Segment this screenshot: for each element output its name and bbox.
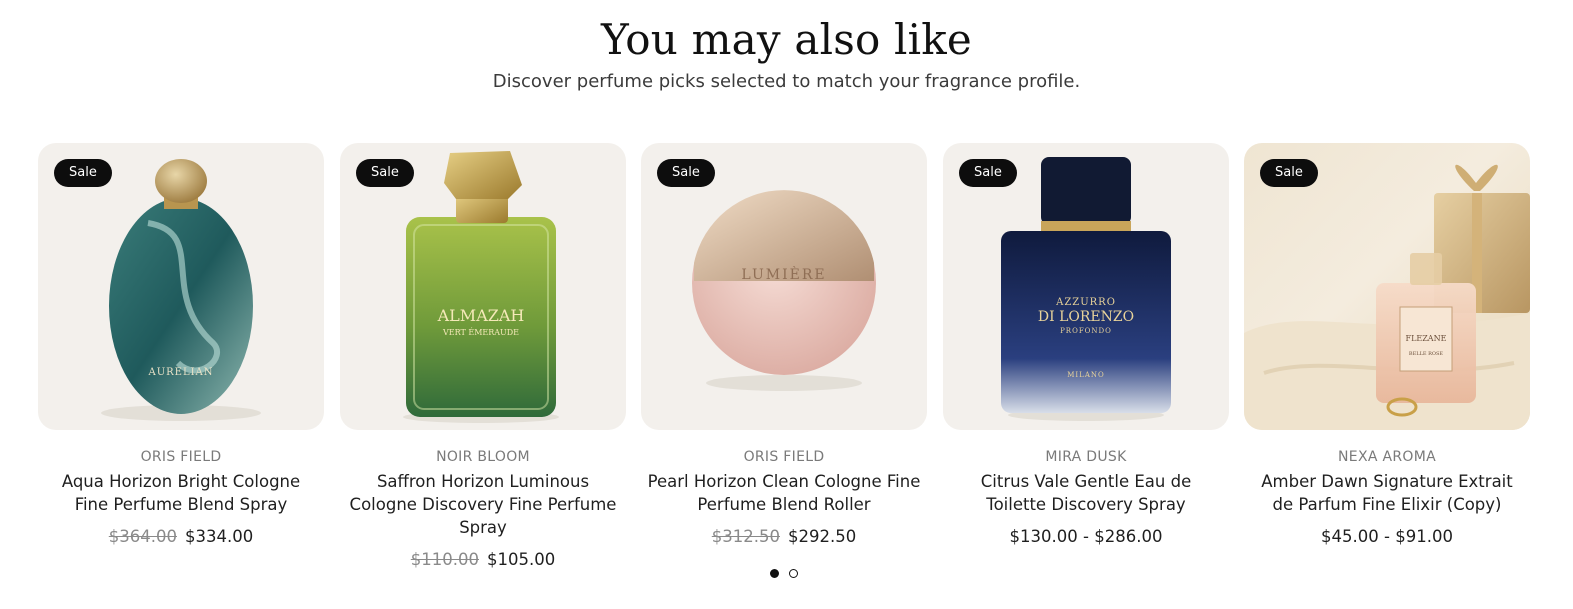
sale-badge: Sale	[959, 159, 1017, 187]
sale-badge: Sale	[1260, 159, 1318, 187]
product-image[interactable]: ALMAZAH VERT ÉMERAUDE Sale	[340, 143, 626, 430]
svg-text:AURELIAN: AURELIAN	[147, 367, 213, 378]
product-vendor: NOIR BLOOM	[436, 449, 530, 465]
product-vendor: ORIS FIELD	[140, 449, 222, 465]
pagination-dot-1[interactable]	[770, 569, 779, 578]
sale-badge: Sale	[657, 159, 715, 187]
sale-price: $292.50	[788, 527, 857, 546]
product-card[interactable]: AZZURRO DI LORENZO PROFONDO MILANO Sale …	[943, 143, 1229, 548]
product-title[interactable]: Amber Dawn Signature Extrait de Parfum F…	[1244, 470, 1530, 516]
product-price: $364.00 $334.00	[38, 526, 324, 548]
sale-badge: Sale	[356, 159, 414, 187]
svg-text:VERT ÉMERAUDE: VERT ÉMERAUDE	[442, 328, 519, 337]
product-image[interactable]: AZZURRO DI LORENZO PROFONDO MILANO Sale	[943, 143, 1229, 430]
product-image[interactable]: FLEZANE BELLE ROSE Sale	[1244, 143, 1530, 430]
product-price: $312.50 $292.50	[641, 526, 927, 548]
sale-badge: Sale	[54, 159, 112, 187]
svg-text:AZZURRO: AZZURRO	[1055, 297, 1116, 308]
product-title[interactable]: Citrus Vale Gentle Eau de Toilette Disco…	[943, 470, 1229, 516]
recommendations-subheading: Discover perfume picks selected to match…	[492, 71, 1081, 92]
svg-text:BELLE ROSE: BELLE ROSE	[1409, 351, 1443, 357]
product-vendor: MIRA DUSK	[1045, 449, 1127, 465]
product-card[interactable]: LUMIÈRE Sale ORIS FIELD Pearl Horizon Cl…	[641, 143, 927, 548]
product-price: $130.00 - $286.00	[943, 526, 1229, 548]
sale-price: $130.00 - $286.00	[1009, 527, 1163, 546]
pagination-dot-2[interactable]	[789, 569, 798, 578]
carousel-pagination	[770, 569, 798, 578]
svg-text:DI LORENZO: DI LORENZO	[1038, 309, 1134, 325]
product-vendor: NEXA AROMA	[1338, 449, 1436, 465]
product-image[interactable]: LUMIÈRE Sale	[641, 143, 927, 430]
compare-price: $364.00	[108, 527, 177, 546]
svg-text:LUMIÈRE: LUMIÈRE	[741, 265, 826, 283]
compare-price: $110.00	[410, 550, 479, 569]
product-card[interactable]: ALMAZAH VERT ÉMERAUDE Sale NOIR BLOOM Sa…	[340, 143, 626, 571]
sale-price: $105.00	[487, 550, 556, 569]
recommendations-heading: You may also like	[601, 15, 972, 64]
product-card[interactable]: AURELIAN Sale ORIS FIELD Aqua Horizon Br…	[38, 143, 324, 548]
sale-price: $45.00 - $91.00	[1321, 527, 1453, 546]
sale-price: $334.00	[185, 527, 254, 546]
svg-text:FLEZANE: FLEZANE	[1406, 334, 1447, 343]
product-card[interactable]: FLEZANE BELLE ROSE Sale NEXA AROMA Amber…	[1244, 143, 1530, 548]
product-title[interactable]: Pearl Horizon Clean Cologne Fine Perfume…	[641, 470, 927, 516]
svg-text:PROFONDO: PROFONDO	[1060, 327, 1112, 335]
product-title[interactable]: Aqua Horizon Bright Cologne Fine Perfume…	[38, 470, 324, 516]
product-price: $45.00 - $91.00	[1244, 526, 1530, 548]
product-vendor: ORIS FIELD	[743, 449, 825, 465]
product-price: $110.00 $105.00	[340, 549, 626, 571]
svg-text:MILANO: MILANO	[1067, 371, 1105, 379]
svg-text:ALMAZAH: ALMAZAH	[437, 306, 525, 325]
product-image[interactable]: AURELIAN Sale	[38, 143, 324, 430]
product-title[interactable]: Saffron Horizon Luminous Cologne Discove…	[340, 470, 626, 539]
compare-price: $312.50	[711, 527, 780, 546]
